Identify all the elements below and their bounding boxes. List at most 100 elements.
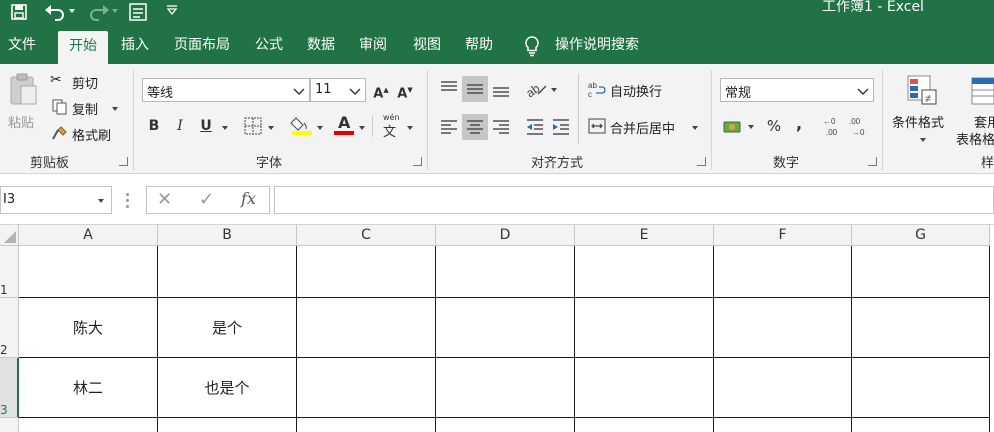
- cell-f4[interactable]: [714, 418, 852, 432]
- copy-button[interactable]: 复制: [50, 98, 124, 118]
- cancel-icon[interactable]: ✕: [157, 189, 172, 210]
- name-box-dropdown-icon[interactable]: [98, 199, 104, 203]
- column-header-g[interactable]: G: [852, 225, 990, 246]
- bold-button[interactable]: B: [143, 115, 165, 137]
- decrease-font-size-button[interactable]: A▼: [394, 79, 416, 101]
- cell-d4[interactable]: [436, 418, 575, 432]
- decrease-indent-icon[interactable]: [524, 116, 546, 138]
- formula-input[interactable]: [274, 186, 994, 214]
- cell-f1[interactable]: [714, 246, 852, 298]
- row-header-2[interactable]: 2: [0, 298, 19, 358]
- row-header-4[interactable]: [0, 418, 19, 432]
- underline-dropdown-icon[interactable]: [222, 126, 228, 130]
- cell-e4[interactable]: [575, 418, 714, 432]
- tab-home[interactable]: 开始: [58, 31, 108, 64]
- font-color-dropdown-icon[interactable]: [359, 126, 365, 130]
- align-center-button[interactable]: [462, 114, 488, 140]
- cell-g2[interactable]: [852, 298, 990, 358]
- tab-help[interactable]: 帮助: [456, 28, 502, 64]
- insert-function-icon[interactable]: fx: [241, 189, 256, 208]
- column-header-a[interactable]: A: [19, 225, 158, 246]
- borders-dropdown-icon[interactable]: [268, 126, 274, 130]
- tab-page-layout[interactable]: 页面布局: [168, 28, 236, 64]
- cell-a2[interactable]: 陈大: [19, 298, 158, 358]
- italic-button[interactable]: I: [169, 115, 191, 137]
- cell-f2[interactable]: [714, 298, 852, 358]
- cell-g1[interactable]: [852, 246, 990, 298]
- cell-b2[interactable]: 是个: [158, 298, 297, 358]
- comma-style-button[interactable]: ,: [788, 113, 810, 135]
- align-top-icon[interactable]: [438, 78, 460, 100]
- customize-qat-icon[interactable]: [166, 4, 178, 16]
- underline-button[interactable]: U: [195, 115, 217, 137]
- number-launcher-icon[interactable]: [868, 157, 877, 166]
- conditional-formatting-button[interactable]: ≠ 条件格式: [892, 72, 952, 146]
- column-header-b[interactable]: B: [158, 225, 297, 246]
- number-format-select[interactable]: 常规: [720, 78, 874, 102]
- cell-b4[interactable]: [158, 418, 297, 432]
- column-header-c[interactable]: C: [297, 225, 436, 246]
- align-left-icon[interactable]: [438, 116, 460, 138]
- font-size-select[interactable]: 11: [310, 78, 366, 102]
- align-bottom-icon[interactable]: [490, 78, 512, 100]
- fill-color-dropdown-icon[interactable]: [317, 126, 323, 130]
- cell-a3[interactable]: 林二: [19, 358, 158, 418]
- orientation-button[interactable]: ab: [524, 78, 564, 100]
- cell-d3[interactable]: [436, 358, 575, 418]
- accounting-format-button[interactable]: [722, 115, 758, 137]
- wrap-text-button[interactable]: ab c 自动换行: [588, 79, 678, 101]
- cell-e1[interactable]: [575, 246, 714, 298]
- borders-icon[interactable]: [244, 117, 262, 135]
- align-middle-button[interactable]: [462, 76, 488, 102]
- formula-bar-grip[interactable]: [126, 191, 129, 209]
- select-all-button[interactable]: [0, 225, 19, 246]
- font-launcher-icon[interactable]: [413, 157, 422, 166]
- cell-e3[interactable]: [575, 358, 714, 418]
- fill-color-icon[interactable]: [290, 114, 314, 136]
- copy-dropdown-icon[interactable]: [112, 107, 118, 111]
- tab-insert[interactable]: 插入: [112, 28, 158, 64]
- column-header-f[interactable]: F: [714, 225, 852, 246]
- cell-c3[interactable]: [297, 358, 436, 418]
- tab-data[interactable]: 数据: [298, 28, 344, 64]
- phonetic-guide-icon[interactable]: wén 文: [380, 113, 402, 140]
- cell-a1[interactable]: [19, 246, 158, 298]
- tab-view[interactable]: 视图: [404, 28, 450, 64]
- font-color-icon[interactable]: A: [333, 113, 355, 137]
- save-icon[interactable]: [10, 3, 28, 21]
- undo-icon[interactable]: [44, 3, 66, 21]
- merge-center-button[interactable]: 合并后居中: [588, 116, 702, 138]
- row-header-1[interactable]: 1: [0, 246, 19, 298]
- column-header-d[interactable]: D: [436, 225, 575, 246]
- cell-g4[interactable]: [852, 418, 990, 432]
- format-as-table-button[interactable]: 套用 表格格: [956, 72, 994, 148]
- cell-c1[interactable]: [297, 246, 436, 298]
- cell-g3[interactable]: [852, 358, 990, 418]
- cell-c4[interactable]: [297, 418, 436, 432]
- cell-d2[interactable]: [436, 298, 575, 358]
- redo-icon[interactable]: [88, 3, 110, 21]
- phonetic-dropdown-icon[interactable]: [407, 126, 413, 130]
- cell-b3[interactable]: 也是个: [158, 358, 297, 418]
- tab-formulas[interactable]: 公式: [246, 28, 292, 64]
- tab-review[interactable]: 审阅: [350, 28, 396, 64]
- cell-a4[interactable]: [19, 418, 158, 432]
- enter-icon[interactable]: ✓: [199, 189, 214, 210]
- clipboard-launcher-icon[interactable]: [119, 157, 128, 166]
- increase-indent-icon[interactable]: [550, 116, 572, 138]
- cell-c2[interactable]: [297, 298, 436, 358]
- redo-dropdown-icon[interactable]: [112, 9, 118, 13]
- tab-file[interactable]: 文件: [0, 28, 44, 64]
- row-header-3[interactable]: 3: [0, 358, 19, 418]
- format-painter-button[interactable]: 格式刷: [50, 124, 120, 144]
- align-right-icon[interactable]: [490, 116, 512, 138]
- font-name-select[interactable]: 等线: [142, 78, 310, 102]
- cut-button[interactable]: ✂ 剪切: [50, 72, 120, 92]
- name-box[interactable]: I3: [0, 186, 112, 214]
- cell-f3[interactable]: [714, 358, 852, 418]
- decrease-decimal-icon[interactable]: .00 →0: [848, 115, 870, 137]
- increase-font-size-button[interactable]: A▲: [370, 79, 392, 101]
- increase-decimal-icon[interactable]: ←0 .00: [822, 115, 844, 137]
- form-icon[interactable]: [128, 2, 148, 22]
- column-header-e[interactable]: E: [575, 225, 714, 246]
